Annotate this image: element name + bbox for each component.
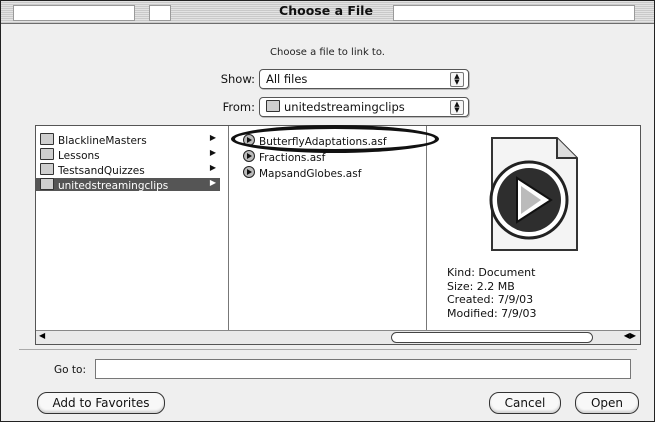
- kind-label: Kind: Document: [447, 266, 536, 279]
- choose-file-dialog: Choose a File Choose a file to link to. …: [0, 0, 655, 422]
- list-item-label: TestsandQuizzes: [58, 165, 145, 177]
- folder-icon: [40, 163, 54, 175]
- disclosure-arrow-icon: ▶: [209, 133, 216, 142]
- file-metadata: Kind: Document Size: 2.2 MB Created: 7/9…: [447, 266, 537, 320]
- dialog-prompt: Choose a file to link to.: [270, 47, 385, 58]
- window-title: Choose a File: [279, 3, 373, 18]
- list-item[interactable]: TestsandQuizzes ▶: [40, 163, 220, 177]
- show-label: Show:: [220, 72, 255, 86]
- folder-icon: [40, 133, 54, 145]
- list-item[interactable]: MapsandGlobes.asf: [243, 166, 362, 180]
- browser-column-1: BlacklineMasters ▶ Lessons ▶ TestsandQui…: [36, 126, 229, 330]
- divider: [19, 349, 637, 350]
- horizontal-scrollbar[interactable]: ◀ ◀▶: [36, 330, 640, 344]
- disclosure-arrow-icon: ▶: [209, 163, 216, 172]
- scroll-arrows-icon[interactable]: ◀▶: [624, 331, 636, 340]
- scrollbar-thumb[interactable]: [391, 332, 593, 343]
- media-file-icon: [243, 166, 255, 178]
- disclosure-arrow-icon: ▶: [209, 148, 216, 157]
- popup-arrows-icon: ▲ ▼: [450, 100, 464, 115]
- folder-icon: [40, 178, 54, 190]
- scroll-left-edge-icon: ◀: [39, 331, 46, 340]
- list-item[interactable]: Lessons ▶: [40, 148, 220, 162]
- add-to-favorites-button[interactable]: Add to Favorites: [37, 392, 165, 414]
- show-popup[interactable]: All files ▲ ▼: [259, 69, 469, 89]
- list-item-label: MapsandGlobes.asf: [259, 168, 362, 180]
- media-file-icon: [243, 150, 255, 162]
- from-label: From:: [222, 100, 255, 114]
- from-popup-content: unitedstreamingclips: [266, 100, 405, 114]
- title-ruler-mid: [149, 5, 171, 21]
- created-label: Created: 7/9/03: [447, 293, 534, 306]
- cancel-button[interactable]: Cancel: [489, 392, 561, 414]
- preview-pane: Kind: Document Size: 2.2 MB Created: 7/9…: [427, 126, 639, 330]
- size-label: Size: 2.2 MB: [447, 279, 515, 293]
- modified-label: Modified: 7/9/03: [447, 306, 537, 320]
- from-popup[interactable]: unitedstreamingclips ▲ ▼: [259, 97, 469, 117]
- title-ruler-right: [393, 5, 635, 21]
- goto-input[interactable]: [95, 359, 631, 379]
- disclosure-arrow-icon: ▶: [209, 178, 216, 187]
- list-item-selected[interactable]: unitedstreamingclips ▶: [36, 178, 220, 192]
- browser-column-2: ButterflyAdaptations.asf Fractions.asf M…: [229, 126, 427, 330]
- open-button[interactable]: Open: [575, 392, 639, 414]
- list-item-label: Lessons: [58, 150, 100, 162]
- folder-icon: [266, 100, 280, 112]
- title-bar[interactable]: Choose a File: [1, 1, 654, 24]
- highlight-annotation-oval: [231, 125, 439, 153]
- list-item-label: unitedstreamingclips: [58, 180, 169, 192]
- popup-arrows-icon: ▲ ▼: [450, 72, 464, 87]
- file-browser: BlacklineMasters ▶ Lessons ▶ TestsandQui…: [35, 125, 641, 345]
- show-popup-value: All files: [266, 72, 308, 86]
- title-ruler-left: [13, 5, 135, 21]
- list-item-label: Fractions.asf: [259, 152, 326, 164]
- from-popup-value: unitedstreamingclips: [284, 100, 405, 114]
- goto-label: Go to:: [54, 364, 86, 376]
- list-item[interactable]: BlacklineMasters ▶: [40, 133, 220, 147]
- list-item-label: BlacklineMasters: [58, 135, 147, 147]
- media-document-icon: [489, 137, 578, 251]
- folder-icon: [40, 148, 54, 160]
